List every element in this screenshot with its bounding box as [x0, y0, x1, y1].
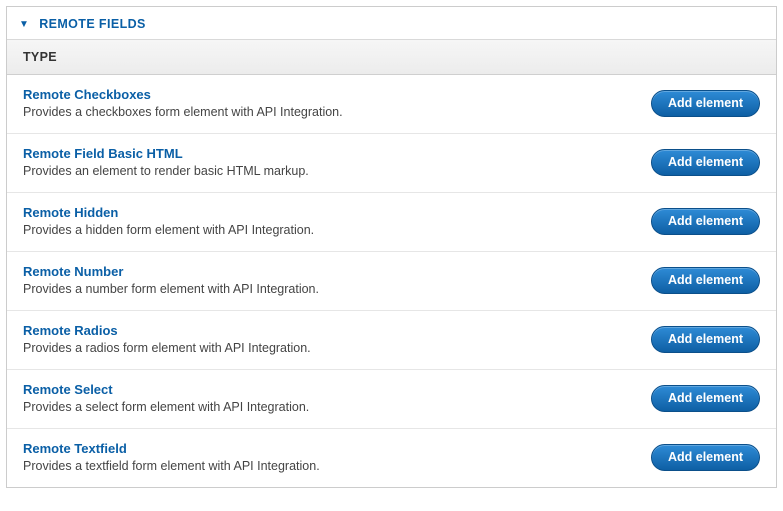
add-element-button[interactable]: Add element: [651, 90, 760, 117]
element-title-link[interactable]: Remote Number: [23, 264, 631, 279]
element-row: Remote Textfield Provides a textfield fo…: [7, 429, 776, 487]
add-element-button[interactable]: Add element: [651, 326, 760, 353]
element-row: Remote Field Basic HTML Provides an elem…: [7, 134, 776, 193]
element-info: Remote Select Provides a select form ele…: [23, 382, 651, 414]
section-title: REMOTE FIELDS: [39, 17, 146, 31]
element-desc: Provides a number form element with API …: [23, 282, 631, 296]
element-row: Remote Hidden Provides a hidden form ele…: [7, 193, 776, 252]
element-row: Remote Number Provides a number form ele…: [7, 252, 776, 311]
remote-fields-panel: ▼ REMOTE FIELDS TYPE Remote Checkboxes P…: [6, 6, 777, 488]
element-desc: Provides a checkboxes form element with …: [23, 105, 631, 119]
add-element-button[interactable]: Add element: [651, 267, 760, 294]
element-title-link[interactable]: Remote Hidden: [23, 205, 631, 220]
element-row: Remote Radios Provides a radios form ele…: [7, 311, 776, 370]
element-title-link[interactable]: Remote Field Basic HTML: [23, 146, 631, 161]
section-toggle[interactable]: ▼ REMOTE FIELDS: [7, 7, 776, 39]
add-element-button[interactable]: Add element: [651, 385, 760, 412]
element-info: Remote Textfield Provides a textfield fo…: [23, 441, 651, 473]
chevron-down-icon: ▼: [19, 19, 29, 30]
element-title-link[interactable]: Remote Radios: [23, 323, 631, 338]
element-info: Remote Hidden Provides a hidden form ele…: [23, 205, 651, 237]
element-info: Remote Radios Provides a radios form ele…: [23, 323, 651, 355]
add-element-button[interactable]: Add element: [651, 149, 760, 176]
column-header-type: TYPE: [7, 39, 776, 75]
element-info: Remote Field Basic HTML Provides an elem…: [23, 146, 651, 178]
add-element-button[interactable]: Add element: [651, 208, 760, 235]
element-title-link[interactable]: Remote Select: [23, 382, 631, 397]
element-title-link[interactable]: Remote Checkboxes: [23, 87, 631, 102]
column-header-label: TYPE: [23, 50, 57, 64]
element-desc: Provides a select form element with API …: [23, 400, 631, 414]
add-element-button[interactable]: Add element: [651, 444, 760, 471]
element-row: Remote Checkboxes Provides a checkboxes …: [7, 75, 776, 134]
element-desc: Provides a textfield form element with A…: [23, 459, 631, 473]
element-desc: Provides an element to render basic HTML…: [23, 164, 631, 178]
element-row: Remote Select Provides a select form ele…: [7, 370, 776, 429]
element-desc: Provides a hidden form element with API …: [23, 223, 631, 237]
element-info: Remote Number Provides a number form ele…: [23, 264, 651, 296]
element-title-link[interactable]: Remote Textfield: [23, 441, 631, 456]
element-desc: Provides a radios form element with API …: [23, 341, 631, 355]
element-info: Remote Checkboxes Provides a checkboxes …: [23, 87, 651, 119]
